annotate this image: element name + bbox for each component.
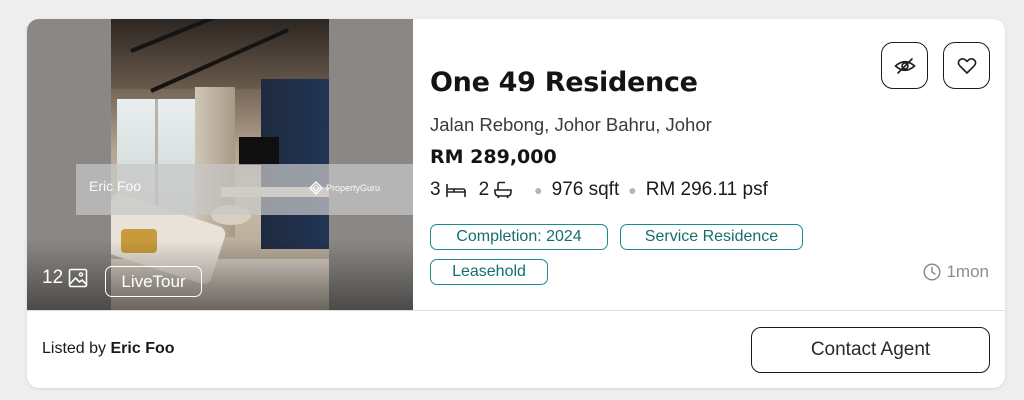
livetour-button[interactable]: LiveTour [105, 266, 202, 297]
watermark-agent-name: Eric Foo [89, 178, 142, 194]
tag-completion: Completion: 2024 [430, 224, 608, 250]
photo-count-value: 12 [42, 267, 64, 288]
bed-icon [445, 181, 467, 199]
watermark-brand-label: PropertyGuru [326, 183, 381, 193]
listing-price: RM 289,000 [430, 146, 557, 168]
listing-media[interactable]: Eric Foo PropertyGuru 12 LiveTour [27, 19, 413, 310]
listing-area: 976 sqft [551, 179, 620, 200]
image-icon [68, 268, 88, 288]
hide-listing-button[interactable] [881, 42, 928, 89]
agent-name[interactable]: Eric Foo [111, 340, 175, 357]
listing-psf: RM 296.11 psf [645, 179, 768, 200]
listed-by-prefix: Listed by [42, 340, 107, 357]
card-divider [27, 310, 1005, 311]
bedroom-count: 3 [430, 179, 441, 200]
separator-dot: ● [534, 182, 543, 198]
watermark-brand: PropertyGuru [309, 181, 380, 195]
listing-specs: 3 2 ● 976 sqft ● RM 296.11 psf [430, 179, 768, 201]
clock-icon [923, 263, 942, 281]
contact-agent-button[interactable]: Contact Agent [751, 327, 990, 373]
separator-dot: ● [628, 182, 637, 198]
photo-count[interactable]: 12 [42, 267, 88, 289]
listing-address: Jalan Rebong, Johor Bahru, Johor [430, 114, 712, 135]
heart-icon [957, 57, 976, 74]
tag-property-type: Service Residence [620, 224, 803, 250]
favorite-button[interactable] [943, 42, 990, 89]
listed-by: Listed by Eric Foo [42, 340, 175, 358]
eye-slash-icon [893, 57, 916, 74]
posted-time: 1mon [923, 262, 989, 282]
posted-time-label: 1mon [946, 262, 989, 281]
listing-card[interactable]: Eric Foo PropertyGuru 12 LiveTour One 49… [27, 19, 1005, 388]
photo-tv [239, 137, 279, 165]
listing-title[interactable]: One 49 Residence [430, 67, 698, 98]
tag-tenure: Leasehold [430, 259, 548, 285]
bathroom-count: 2 [478, 179, 490, 200]
propertyguru-logo-icon [309, 181, 323, 195]
bathtub-icon [493, 181, 513, 199]
